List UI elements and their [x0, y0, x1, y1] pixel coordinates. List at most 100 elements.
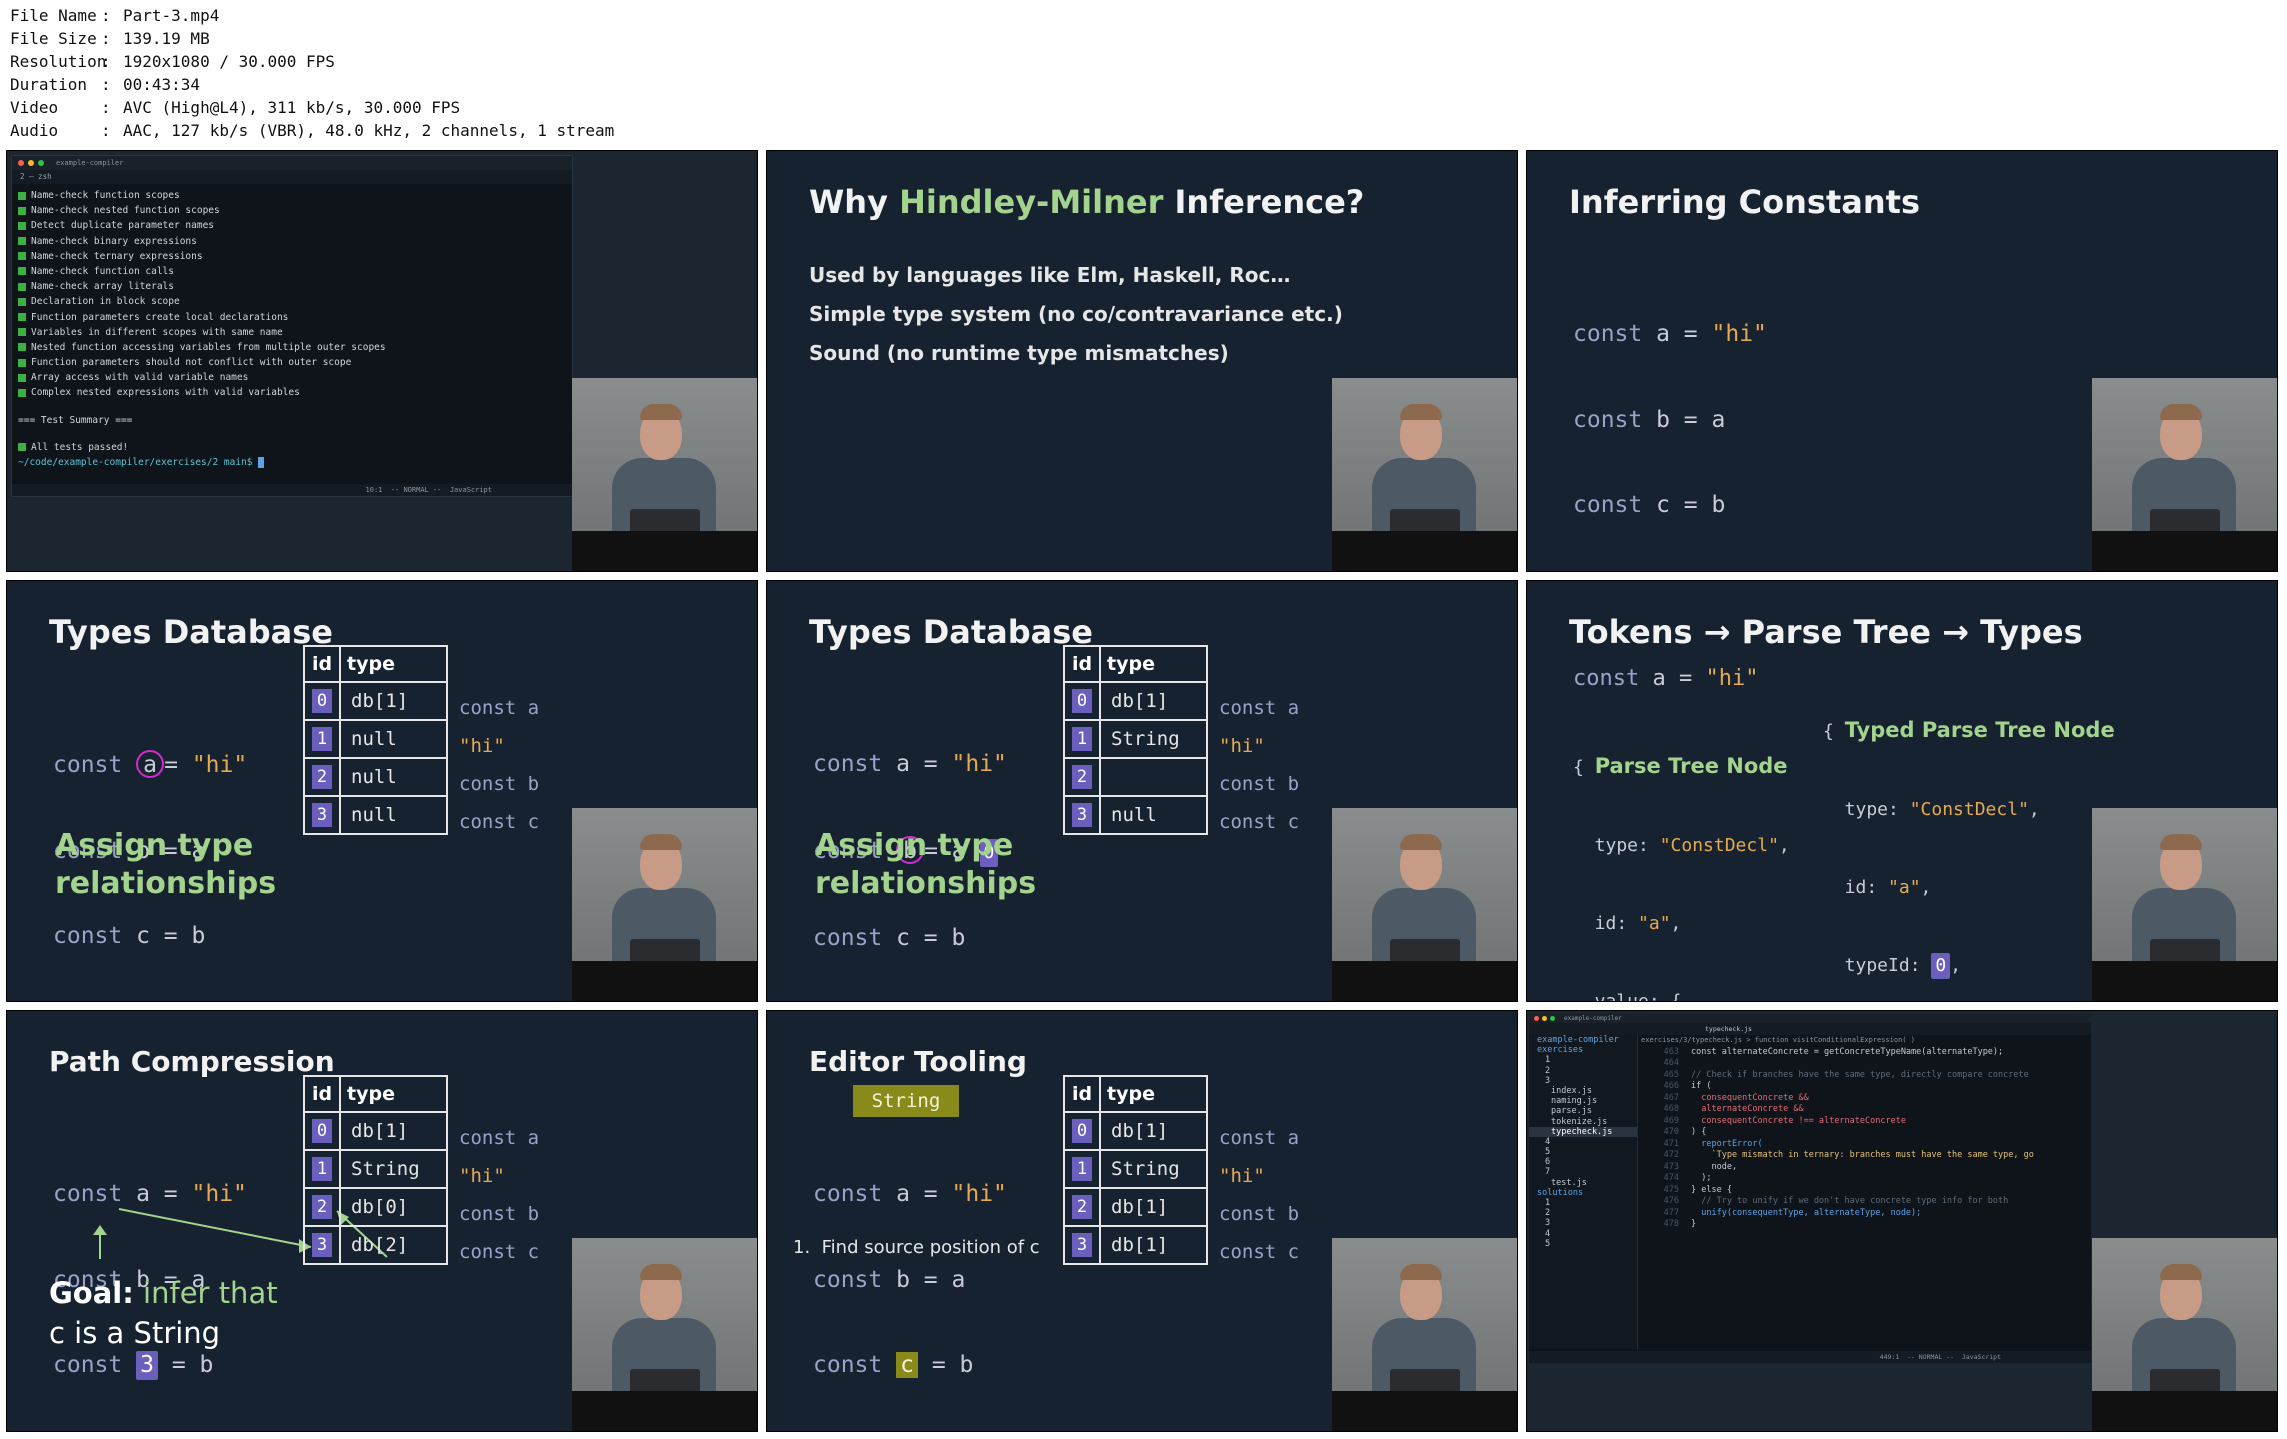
tree-item[interactable]: 3 — [1529, 1218, 1637, 1228]
meta-row: File Name: Part-3.mp4 — [10, 6, 220, 25]
tree-item[interactable]: 1 — [1529, 1198, 1637, 1208]
type-tooltip: String — [853, 1085, 959, 1117]
tree-item[interactable]: parse.js — [1529, 1106, 1637, 1116]
check-icon — [18, 206, 26, 215]
table-side-labels: const a "hi" const b const c — [459, 697, 540, 833]
parse-tree-node: { Parse Tree Node type: "ConstDecl", id:… — [1573, 754, 1790, 1002]
file-explorer[interactable]: example-compiler exercises 1 2 3 index.js nami… — [1529, 1035, 1638, 1349]
test-result-line: Array access with valid variable names — [12, 370, 572, 385]
bullet-1: Used by languages like Elm, Haskell, Roc… — [809, 263, 1291, 287]
tree-item[interactable]: 2 — [1529, 1066, 1637, 1076]
minimize-dot-icon[interactable] — [1542, 1015, 1547, 1021]
slide-title: Types Database — [809, 613, 1093, 651]
tree-item[interactable]: 2 — [1529, 1208, 1637, 1218]
types-table: id type 0 db[1] 1 String 2 db[0] 3 db[2] — [303, 1075, 448, 1265]
code-block: const a = "hi" const b = a const c = b — [1573, 263, 1767, 571]
tree-item[interactable]: 5 — [1529, 1239, 1637, 1249]
table-side-labels: const a "hi" const b const c — [459, 1127, 540, 1263]
close-dot-icon[interactable] — [1534, 1015, 1539, 1021]
tree-item[interactable]: solutions — [1529, 1188, 1637, 1198]
minimize-dot-icon[interactable] — [28, 160, 34, 166]
meta-row: Audio: AAC, 127 kb/s (VBR), 48.0 kHz, 2 c… — [10, 121, 615, 140]
zoom-dot-icon[interactable] — [1550, 1015, 1555, 1021]
code-line: 478} — [1663, 1219, 1697, 1229]
test-output: Name-check function scopes Name-check nes… — [12, 184, 572, 401]
check-icon — [18, 313, 26, 321]
check-icon — [18, 252, 26, 261]
code-area[interactable]: exercises/3/typecheck.js > function visi… — [1641, 1035, 2091, 1349]
tree-item[interactable]: 3 — [1529, 1076, 1637, 1086]
shell-prompt[interactable]: ~/code/example-compiler/exercises/2 main… — [12, 455, 572, 470]
thumbnail-slide-types-db-1[interactable]: Types Database const a = "hi" const b = a… — [6, 580, 758, 1002]
caption: Assign type relationships — [55, 828, 277, 901]
bullet-2: Simple type system (no co/contravariance… — [809, 302, 1343, 326]
code-line: 463 const alternateConcrete = getConcrete… — [1663, 1046, 2004, 1057]
table-side-labels: const a "hi" const b const c — [1219, 697, 1300, 833]
tree-item[interactable]: test.js — [1529, 1178, 1637, 1188]
test-result-line: Function parameters should not conflict … — [12, 355, 572, 370]
thumbnail-slide-inferring[interactable]: Inferring Constants const a = "hi" const… — [1526, 150, 2278, 572]
check-icon — [18, 221, 26, 230]
slide-title: Why Hindley-Milner Inference? — [809, 183, 1365, 221]
window-title: example-compiler — [1564, 1014, 1622, 1022]
terminal-tab[interactable]: 2 — zsh — [12, 170, 572, 184]
speaker-video — [1332, 378, 1517, 571]
tree-item[interactable]: 7 — [1529, 1167, 1637, 1177]
tree-item[interactable]: typecheck.js — [1529, 1126, 1637, 1137]
check-icon — [18, 343, 26, 352]
tests-passed: All tests passed! — [12, 440, 572, 455]
tree-item[interactable]: 1 — [1529, 1055, 1637, 1065]
code-line: 470) { — [1663, 1127, 1707, 1137]
tree-item[interactable]: index.js — [1529, 1086, 1637, 1096]
code-line: const a = "hi" — [1573, 666, 1759, 691]
code-line: 466 if ( — [1663, 1081, 1712, 1091]
thumbnail-slide-path-compression[interactable]: Path Compression const a = "hi" const b … — [6, 1010, 758, 1432]
tree-item[interactable]: 6 — [1529, 1157, 1637, 1167]
speaker-video — [572, 378, 757, 571]
test-result-line: Complex nested expressions with valid va… — [12, 385, 572, 400]
code-line: 476 // Try to unify if we don't have con… — [1663, 1196, 2009, 1206]
code-line: 467 consequentConcrete && — [1663, 1092, 1809, 1103]
thumbnail-slide-editor-tooling[interactable]: Editor Tooling String const a = "hi" con… — [766, 1010, 1518, 1432]
test-result-line: Name-check array literals — [12, 279, 572, 294]
tree-item[interactable]: naming.js — [1529, 1096, 1637, 1106]
status-bar: 10:1 -- NORMAL -- JavaScript — [12, 484, 572, 496]
speaker-video — [2092, 808, 2277, 1001]
meta-row: Video: AVC (High@L4), 311 kb/s, 30.000 FP… — [10, 98, 461, 117]
code-editor-window[interactable]: example-compiler typecheck.js example-co… — [1529, 1013, 2091, 1363]
test-result-line: Name-check binary expressions — [12, 234, 572, 249]
test-result-line: Name-check nested function scopes — [12, 203, 572, 218]
code-line: 474 ); — [1663, 1173, 1712, 1183]
check-icon — [18, 373, 26, 382]
thumbnail-terminal[interactable]: example-compiler 2 — zsh Name-check func… — [6, 150, 758, 572]
slide-title: Tokens → Parse Tree → Types — [1569, 613, 2083, 651]
thumbnail-slide-types-db-2[interactable]: Types Database const a = "hi" const b = a… — [766, 580, 1518, 1002]
code-line: 472 `Type mismatch in ternary: branches … — [1663, 1150, 2034, 1160]
meta-row: Resolution:1920x1080 / 30.000 FPS — [10, 52, 335, 71]
thumbnail-editor[interactable]: example-compiler typecheck.js example-co… — [1526, 1010, 2278, 1432]
test-result-line: Variables in different scopes with same … — [12, 325, 572, 340]
test-result-line: Name-check ternary expressions — [12, 249, 572, 264]
meta-row: Duration:00:43:34 — [10, 75, 201, 94]
thumbnail-slide-why-hm[interactable]: Why Hindley-Milner Inference? Used by la… — [766, 150, 1518, 572]
tree-item[interactable]: exercises — [1529, 1045, 1637, 1055]
test-result-line: Name-check function scopes — [12, 188, 572, 203]
speaker-video — [1332, 1238, 1517, 1431]
tree-item[interactable]: example-compiler — [1529, 1035, 1637, 1045]
tree-item[interactable]: 5 — [1529, 1147, 1637, 1157]
zoom-dot-icon[interactable] — [38, 160, 44, 166]
close-dot-icon[interactable] — [18, 160, 24, 166]
types-table: id type 0 db[1] 1 null 2 null 3 null — [303, 645, 448, 835]
tree-item[interactable]: 4 — [1529, 1229, 1637, 1239]
terminal-window[interactable]: example-compiler 2 — zsh Name-check func… — [11, 155, 573, 497]
tree-item[interactable]: tokenize.js — [1529, 1117, 1637, 1127]
code-line: const b = a — [1573, 406, 1726, 433]
thumbnail-slide-parse-tree[interactable]: Tokens → Parse Tree → Types const a = "h… — [1526, 580, 2278, 1002]
editor-tab[interactable]: typecheck.js — [1529, 1023, 2091, 1035]
check-icon — [18, 358, 26, 367]
table-side-labels: const a "hi" const b const c — [1219, 1127, 1300, 1263]
file-metadata: File Name: Part-3.mp4 File Size:139.19 MB R… — [10, 4, 614, 142]
types-table: id type 0 db[1] 1 String 2 3 null — [1063, 645, 1208, 835]
test-summary: === Test Summary === — [18, 414, 133, 426]
tree-item[interactable]: 4 — [1529, 1137, 1637, 1147]
